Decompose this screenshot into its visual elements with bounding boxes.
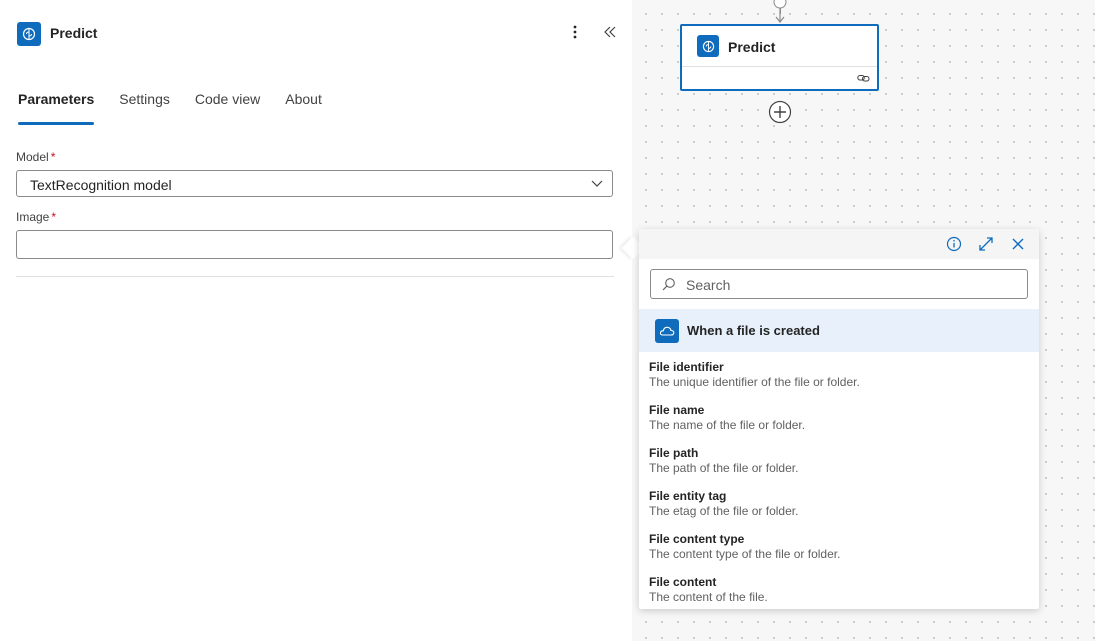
search-box: [650, 269, 1028, 299]
model-field-label: Model*: [16, 150, 55, 164]
tab-settings[interactable]: Settings: [119, 91, 170, 125]
collapse-panel-button[interactable]: [600, 22, 620, 46]
item-description: The content of the file.: [649, 590, 1039, 605]
more-vertical-icon: [573, 25, 577, 44]
ai-builder-icon: [17, 22, 41, 46]
item-title: File content type: [649, 531, 1039, 547]
node-title: Predict: [728, 39, 775, 55]
list-item[interactable]: File identifier The unique identifier of…: [639, 359, 1039, 402]
add-circle-icon[interactable]: [768, 100, 792, 124]
more-options-button[interactable]: [565, 22, 585, 46]
item-title: File path: [649, 445, 1039, 461]
image-label-text: Image: [16, 210, 49, 224]
collapse-double-chevron-icon: [603, 25, 617, 43]
close-icon: [1011, 237, 1025, 256]
model-label-text: Model: [16, 150, 49, 164]
parameters-panel: Predict Parameters Settings Code view Ab…: [0, 0, 632, 641]
close-button[interactable]: [1009, 237, 1027, 255]
item-title: File content: [649, 574, 1039, 590]
expand-icon: [978, 236, 994, 257]
model-dropdown[interactable]: TextRecognition model: [16, 170, 613, 197]
dynamic-content-picker: When a file is created File identifier T…: [639, 229, 1039, 609]
tab-parameters[interactable]: Parameters: [18, 91, 94, 125]
required-asterisk: *: [51, 150, 56, 164]
dynamic-content-list: File identifier The unique identifier of…: [639, 359, 1039, 617]
item-description: The name of the file or folder.: [649, 418, 1039, 433]
image-field-label: Image*: [16, 210, 56, 224]
tab-about[interactable]: About: [285, 91, 322, 125]
divider: [16, 276, 614, 277]
search-icon: [662, 277, 676, 296]
item-description: The content type of the file or folder.: [649, 547, 1039, 562]
item-description: The etag of the file or folder.: [649, 504, 1039, 519]
onedrive-cloud-icon: [655, 319, 679, 343]
info-icon: [946, 236, 962, 257]
item-title: File entity tag: [649, 488, 1039, 504]
model-dropdown-value: TextRecognition model: [30, 177, 172, 193]
search-input[interactable]: [684, 274, 1018, 296]
required-asterisk: *: [51, 210, 56, 224]
connector-arrow-icon: [770, 0, 790, 24]
panel-title: Predict: [50, 25, 97, 41]
expand-button[interactable]: [977, 237, 995, 255]
chevron-down-icon: [590, 176, 604, 195]
trigger-group-header[interactable]: When a file is created: [639, 309, 1039, 352]
trigger-group-label: When a file is created: [687, 323, 820, 338]
picker-toolbar: [639, 229, 1039, 259]
predict-action-card[interactable]: Predict: [680, 24, 879, 91]
list-item[interactable]: File entity tag The etag of the file or …: [639, 488, 1039, 531]
item-title: File name: [649, 402, 1039, 418]
info-button[interactable]: [945, 237, 963, 255]
item-description: The unique identifier of the file or fol…: [649, 375, 1039, 390]
item-title: File identifier: [649, 359, 1039, 375]
image-input[interactable]: [16, 230, 613, 259]
tab-code-view[interactable]: Code view: [195, 91, 260, 125]
list-item[interactable]: File path The path of the file or folder…: [639, 445, 1039, 488]
list-item[interactable]: File content The content of the file.: [639, 574, 1039, 617]
list-item[interactable]: File name The name of the file or folder…: [639, 402, 1039, 445]
list-item[interactable]: File content type The content type of th…: [639, 531, 1039, 574]
panel-header: Predict: [17, 20, 617, 48]
node-separator: [682, 66, 877, 67]
link-icon[interactable]: [857, 70, 870, 88]
ai-builder-icon: [697, 35, 719, 57]
panel-tabs: Parameters Settings Code view About: [18, 91, 347, 125]
item-description: The path of the file or folder.: [649, 461, 1039, 476]
